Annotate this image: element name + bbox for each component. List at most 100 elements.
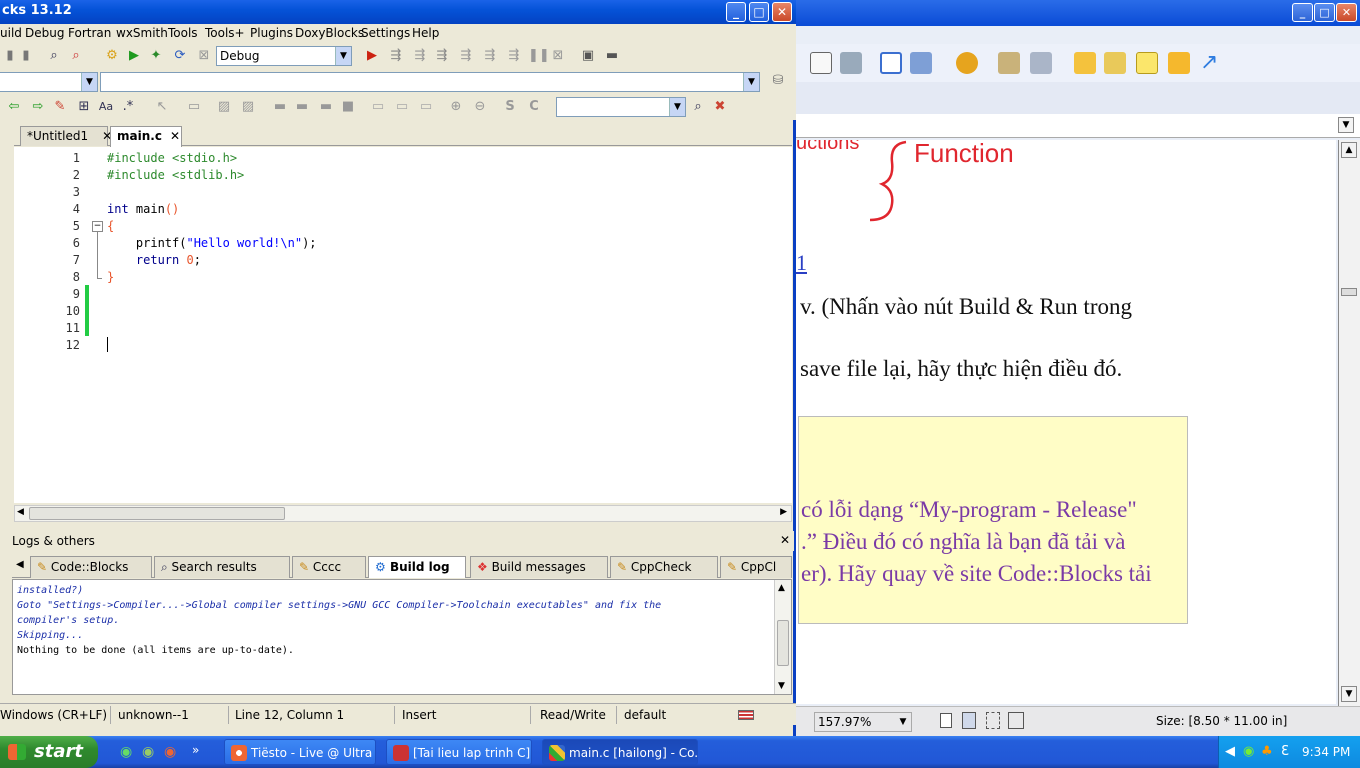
taskbar-item-codeblocks[interactable]: main.c [hailong] - Co...: [542, 739, 698, 765]
link-shape-2-icon[interactable]: ▭: [394, 99, 410, 115]
text-shape-icon[interactable]: ▨: [240, 99, 256, 115]
tray-app-3-icon[interactable]: Ɛ: [1281, 744, 1289, 759]
menu-fortran[interactable]: Fortran: [68, 26, 111, 40]
menu-tools-plus[interactable]: Tools+: [205, 26, 245, 40]
taskbar-item-chrome[interactable]: Tiësto - Live @ Ultra ...: [224, 739, 376, 765]
quicklaunch-1-icon[interactable]: ◉: [120, 744, 132, 760]
window-titlebar[interactable]: cks 13.12 _ □ ✕: [0, 0, 796, 24]
codeblocks-window[interactable]: cks 13.12 _ □ ✕ uild Debug Fortran wxSmi…: [0, 0, 796, 736]
code-editor[interactable]: 1 2 3 4 5 6 7 8 9 10 11 12 − #include <s…: [14, 147, 792, 503]
dropdown-icon[interactable]: ▼: [1338, 117, 1354, 133]
step-into-instruction-icon[interactable]: ⇶: [506, 48, 522, 64]
tray-app-2-icon[interactable]: ♣: [1261, 744, 1273, 759]
layout-3-icon[interactable]: ▬: [318, 99, 334, 115]
debug-start-icon[interactable]: ▶: [364, 48, 380, 64]
taskbar-item-pdf[interactable]: [Tai lieu lap trinh C] - ...: [386, 739, 532, 765]
back-arrow-icon[interactable]: ⇦: [6, 99, 22, 115]
menu-help[interactable]: Help: [412, 26, 439, 40]
forward-arrow-icon[interactable]: ⇨: [30, 99, 46, 115]
stop-debug-icon[interactable]: ⊠: [550, 48, 566, 64]
fold-toggle-icon[interactable]: −: [92, 221, 103, 232]
c-tool-icon[interactable]: C: [526, 99, 542, 115]
menu-doxyblocks[interactable]: DoxyBlocks: [295, 26, 364, 40]
tab-build-messages[interactable]: ❖ Build messages: [470, 556, 608, 578]
zoom-out-icon[interactable]: ⊖: [472, 99, 488, 115]
scroll-down-icon[interactable]: ▼: [1341, 686, 1357, 702]
menu-tools[interactable]: Tools: [168, 26, 198, 40]
print-icon[interactable]: ▮: [2, 48, 18, 64]
scroll-thumb[interactable]: [1341, 288, 1357, 296]
regex-icon[interactable]: .*: [120, 99, 136, 115]
quicklaunch-more-icon[interactable]: »: [192, 743, 199, 757]
select-icon[interactable]: ⊞: [76, 99, 92, 115]
scope-select[interactable]: ▼: [0, 72, 98, 92]
s-tool-icon[interactable]: S: [502, 99, 518, 115]
restore-icon[interactable]: □: [1314, 3, 1335, 22]
font-icon[interactable]: Aa: [98, 99, 114, 115]
minimize-button[interactable]: _: [726, 2, 746, 22]
quicklaunch-2-icon[interactable]: ◉: [142, 744, 154, 760]
background-document-window[interactable]: _ □ ✕ ↗ ▼ uctions Function 1 v. (Nhấn và…: [796, 0, 1360, 736]
link-shape-icon[interactable]: ▭: [370, 99, 386, 115]
scroll-left-icon[interactable]: ◀: [17, 507, 24, 517]
layout-1-icon[interactable]: ▬: [272, 99, 288, 115]
comment-icon[interactable]: [1168, 52, 1190, 74]
text-tool-icon[interactable]: [810, 52, 832, 74]
arrow-icon[interactable]: ↗: [1200, 52, 1222, 74]
tab-cccc[interactable]: ✎ Cccc: [292, 556, 366, 578]
layout-4-icon[interactable]: ■: [340, 99, 356, 115]
menu-settings[interactable]: Settings: [361, 26, 410, 40]
shape-rect-icon[interactable]: ▭: [186, 99, 202, 115]
zoom-in-icon[interactable]: ⊕: [448, 99, 464, 115]
close-icon[interactable]: ✕: [170, 129, 180, 143]
function-select[interactable]: ▼: [100, 72, 760, 92]
link-shape-3-icon[interactable]: ▭: [418, 99, 434, 115]
document-titlebar[interactable]: _ □ ✕: [796, 0, 1360, 26]
layout-2-icon[interactable]: ▬: [294, 99, 310, 115]
build-log-output[interactable]: installed?) Goto "Settings->Compiler...-…: [12, 579, 792, 695]
highlight-icon[interactable]: ✎: [52, 99, 68, 115]
tab-untitled1[interactable]: *Untitled1 ✕: [20, 126, 112, 146]
link-fragment[interactable]: 1: [796, 250, 807, 276]
step-into-icon[interactable]: ⇶: [434, 48, 450, 64]
tab-codeblocks-log[interactable]: ✎ Code::Blocks: [30, 556, 152, 578]
maximize-button[interactable]: □: [749, 2, 769, 22]
scroll-up-icon[interactable]: ▲: [1341, 142, 1357, 158]
document-vertical-scrollbar[interactable]: ▲ ▼: [1338, 140, 1360, 706]
two-page-icon[interactable]: [1008, 712, 1024, 729]
menu-plugins[interactable]: Plugins: [250, 26, 293, 40]
pen-tool-icon[interactable]: [910, 52, 932, 74]
jump-icon[interactable]: ⛁: [770, 73, 786, 89]
next-instruction-icon[interactable]: ⇶: [482, 48, 498, 64]
close-icon[interactable]: ✕: [780, 533, 790, 547]
rectangle-tool-icon[interactable]: [880, 52, 902, 74]
scroll-right-icon[interactable]: ▶: [780, 507, 787, 517]
image-icon[interactable]: ▨: [216, 99, 232, 115]
zoom-select[interactable]: 157.97% ▼: [814, 712, 912, 732]
attach-icon[interactable]: [998, 52, 1020, 74]
tray-app-1-icon[interactable]: ◉: [1243, 744, 1254, 759]
tab-main-c[interactable]: main.c ✕: [110, 126, 182, 147]
minimize-icon[interactable]: _: [1292, 3, 1313, 22]
build-run-icon[interactable]: ✦: [148, 48, 164, 64]
single-page-icon[interactable]: [940, 713, 952, 728]
search-icon[interactable]: ⌕: [690, 99, 706, 115]
abort-icon[interactable]: ⊠: [196, 48, 212, 64]
menu-build[interactable]: uild: [0, 26, 22, 40]
find-icon[interactable]: ⌕: [46, 48, 62, 64]
lock-icon[interactable]: [1030, 52, 1052, 74]
build-target-select[interactable]: Debug ▼: [216, 46, 352, 66]
start-button[interactable]: start: [0, 736, 98, 768]
search-combo[interactable]: ▼: [556, 97, 686, 117]
run-to-cursor-icon[interactable]: ⇶: [388, 48, 404, 64]
scroll-up-icon[interactable]: ▲: [778, 583, 785, 593]
tab-search-results[interactable]: ⌕ Search results: [154, 556, 290, 578]
run-icon[interactable]: ▶: [126, 48, 142, 64]
pointer-icon[interactable]: ↖: [154, 99, 170, 115]
pause-icon[interactable]: ❚❚: [528, 48, 550, 64]
camera-icon[interactable]: [840, 52, 862, 74]
continuous-page-icon[interactable]: [962, 712, 976, 729]
close-button[interactable]: ✕: [772, 2, 792, 22]
editor-horizontal-scrollbar[interactable]: ◀ ▶: [14, 505, 792, 522]
wrench-icon[interactable]: ✖: [712, 99, 728, 115]
